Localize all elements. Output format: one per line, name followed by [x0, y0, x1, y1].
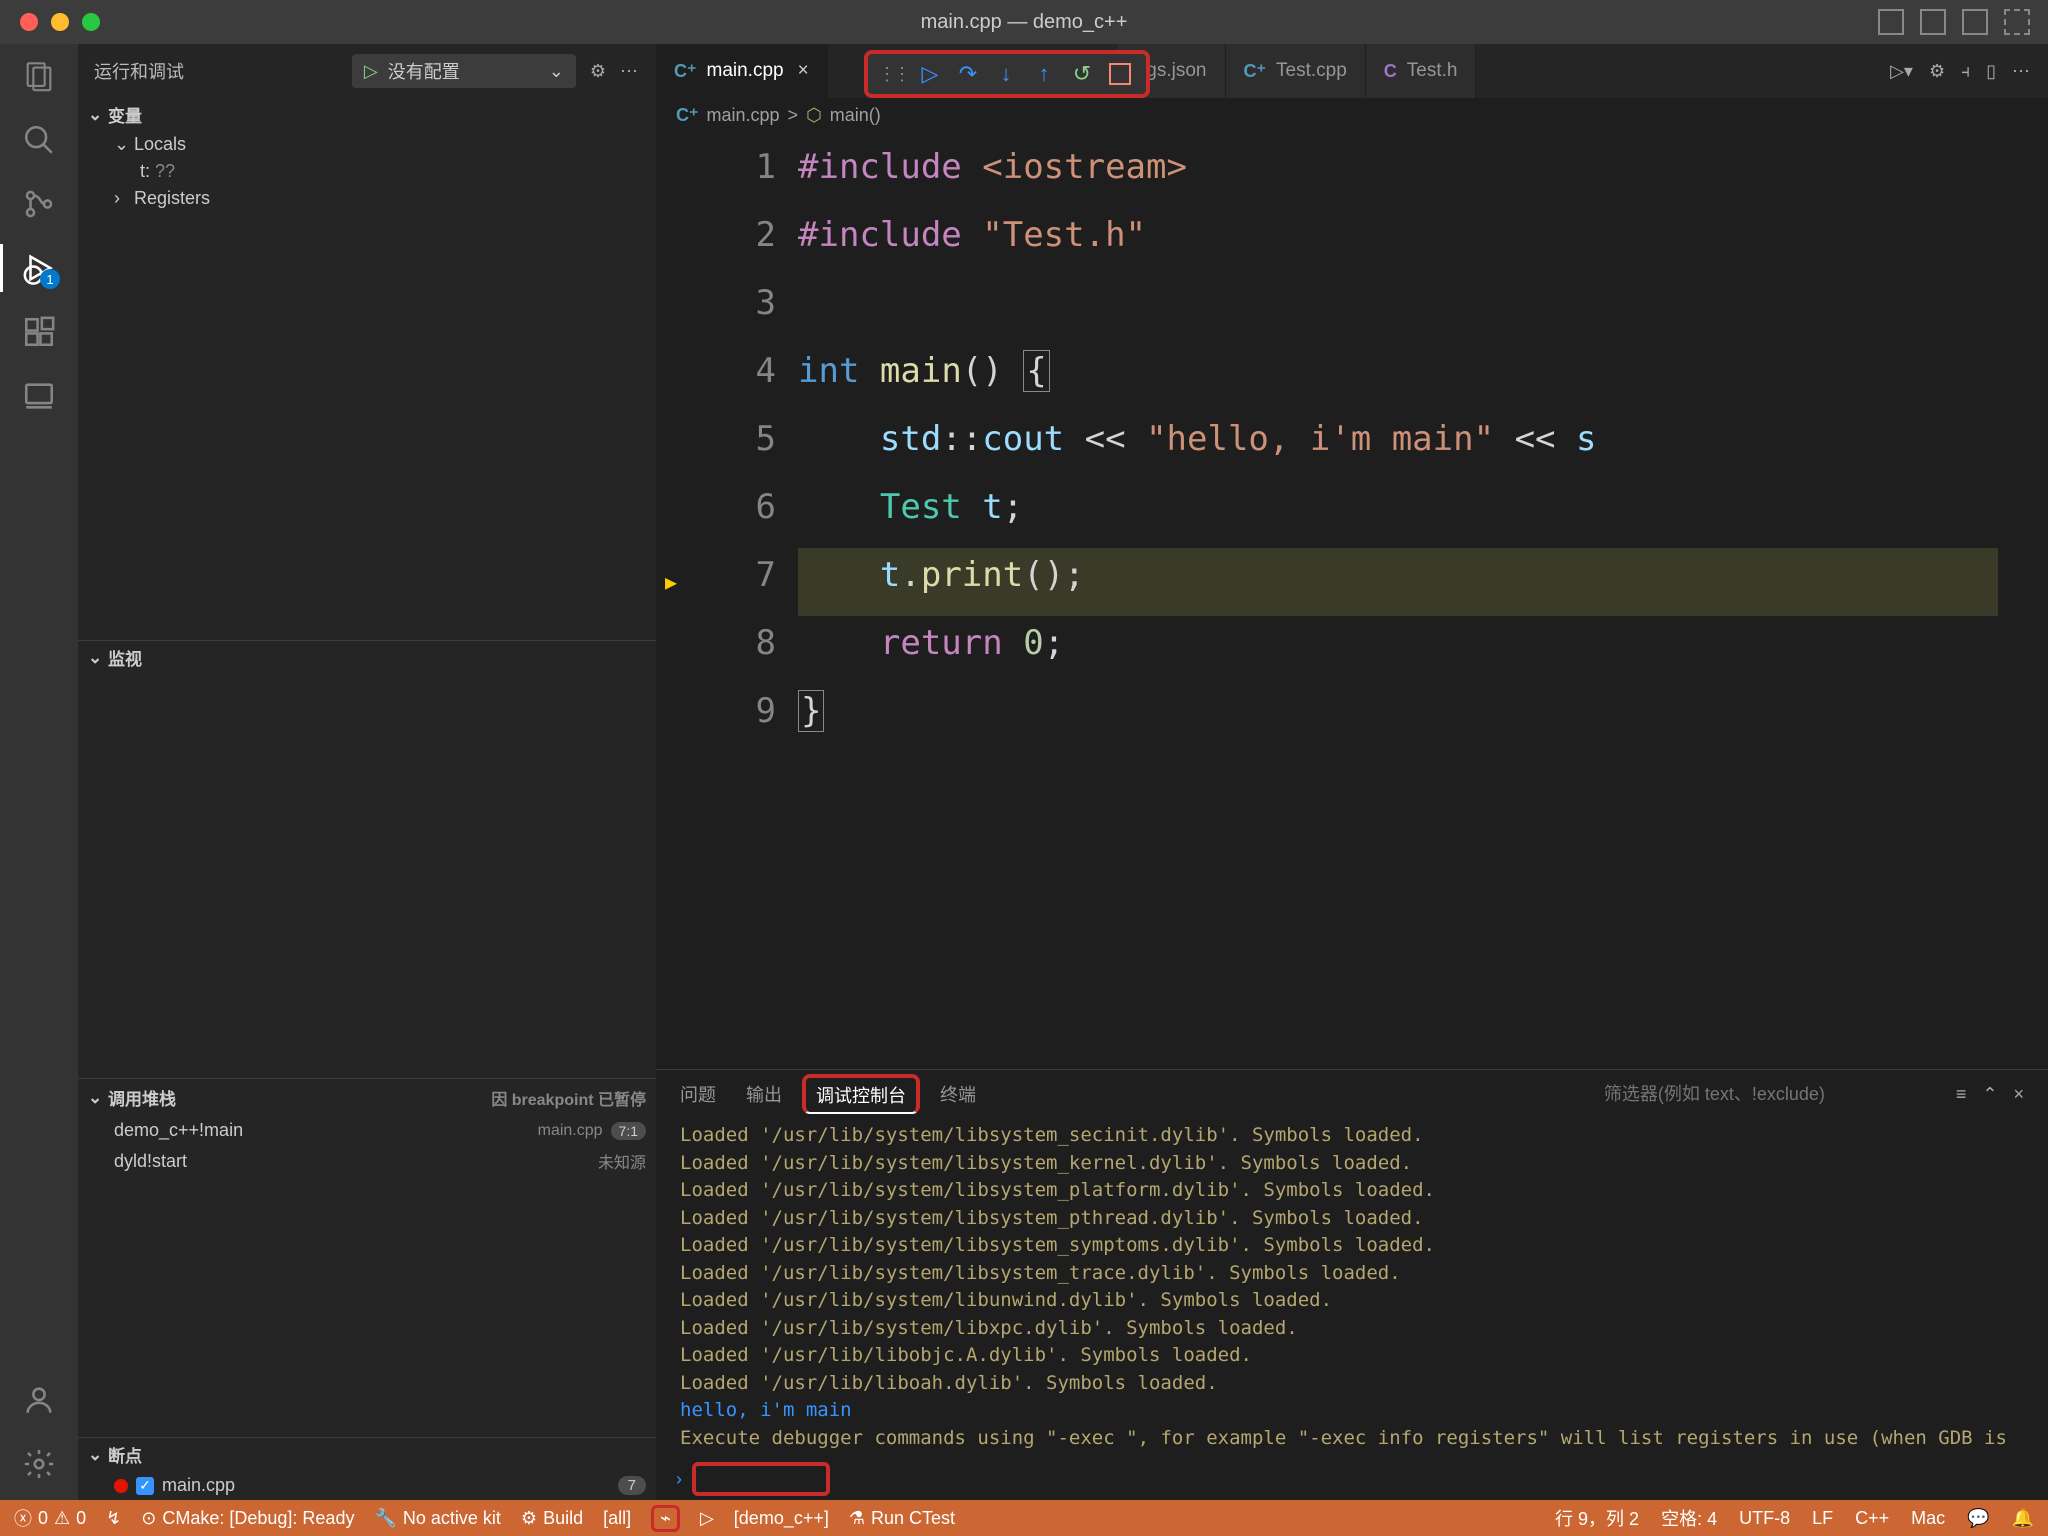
registers-group[interactable]: ›Registers: [78, 185, 656, 212]
gear-icon[interactable]: ⚙: [1929, 61, 1945, 82]
list-icon[interactable]: ≡: [1956, 1084, 1967, 1105]
status-bug-icon[interactable]: ⌁: [651, 1505, 680, 1532]
debug-config-dropdown[interactable]: ▷ 没有配置 ⌄: [352, 54, 576, 88]
layout-icon[interactable]: [2004, 9, 2030, 35]
tab-terminal[interactable]: 终端: [940, 1073, 976, 1115]
layout-icon[interactable]: [1920, 9, 1946, 35]
step-into-icon[interactable]: ↓: [990, 58, 1022, 90]
status-os[interactable]: Mac: [1911, 1508, 1945, 1529]
tab-test-h[interactable]: CTest.h: [1366, 44, 1477, 98]
titlebar: main.cpp — demo_c++: [0, 0, 2048, 44]
filter-input[interactable]: [1602, 1083, 1906, 1106]
gear-icon[interactable]: ⚙: [590, 61, 606, 82]
cpp-file-icon: C⁺: [676, 105, 699, 126]
status-cursor[interactable]: 行 9，列 2: [1555, 1505, 1639, 1531]
bottom-panel: 问题 输出 调试控制台 终端 ≡ ⌃ × Loaded '/usr/lib/sy…: [656, 1069, 2048, 1500]
status-kit[interactable]: 🔧 No active kit: [374, 1508, 500, 1529]
chevron-up-icon[interactable]: ⌃: [1982, 1084, 1997, 1105]
window-title: main.cpp — demo_c++: [921, 11, 1128, 34]
config-label: 没有配置: [388, 58, 460, 84]
h-file-icon: C: [1384, 61, 1397, 82]
activity-bar: 1: [0, 44, 78, 1500]
run-debug-title: 运行和调试: [94, 58, 184, 84]
split-icon[interactable]: ⫞: [1961, 61, 1970, 82]
status-encoding[interactable]: UTF-8: [1739, 1508, 1790, 1529]
status-eol[interactable]: LF: [1812, 1508, 1833, 1529]
debug-console-input[interactable]: ›: [656, 1458, 2048, 1500]
variable-row[interactable]: t: ??: [78, 158, 656, 185]
close-icon[interactable]: ×: [798, 60, 809, 82]
step-over-icon[interactable]: ↷: [952, 58, 984, 90]
play-icon: ▷: [364, 61, 378, 82]
status-bar: ⓧ 0 ⚠ 0 ↯ ⊙ CMake: [Debug]: Ready 🔧 No a…: [0, 1500, 2048, 1536]
layout-icon[interactable]: [1878, 9, 1904, 35]
more-icon[interactable]: ⋯: [2012, 61, 2030, 82]
status-launch-play[interactable]: ▷: [700, 1508, 714, 1529]
cpp-file-icon: C⁺: [1244, 61, 1267, 82]
debug-toolbar[interactable]: ⋮⋮ ▷ ↷ ↓ ↑ ↺: [864, 50, 1150, 98]
layout-icon[interactable]: [1962, 9, 1988, 35]
layout-icon[interactable]: ▯: [1986, 61, 1996, 82]
breadcrumb[interactable]: C⁺ main.cpp > ⬡ main(): [656, 98, 2048, 132]
feedback-icon[interactable]: 💬: [1967, 1508, 1989, 1529]
remote-icon[interactable]: [21, 378, 57, 414]
continue-icon[interactable]: ▷: [914, 58, 946, 90]
breakpoint-dot-icon: [114, 1479, 128, 1493]
minimize-window-icon[interactable]: [51, 13, 69, 31]
status-build[interactable]: ⚙ Build: [521, 1508, 583, 1529]
run-icon[interactable]: ▷▾: [1890, 61, 1913, 82]
more-icon[interactable]: ⋯: [620, 61, 640, 82]
minimap[interactable]: [1998, 132, 2048, 1069]
status-ctest[interactable]: ⚗ Run CTest: [849, 1508, 955, 1529]
close-window-icon[interactable]: [20, 13, 38, 31]
status-launch[interactable]: [demo_c++]: [734, 1508, 829, 1529]
variables-section[interactable]: ⌄变量: [78, 98, 656, 131]
stop-icon[interactable]: [1104, 58, 1136, 90]
tab-test-cpp[interactable]: C⁺Test.cpp: [1226, 44, 1366, 98]
code-editor[interactable]: ▶ 123456789 #include <iostream>#include …: [656, 132, 2048, 1069]
editor-tabs: C⁺main.cpp× ⋮⋮ ▷ ↷ ↓ ↑ ↺ ngs.json C⁺Test…: [656, 44, 2048, 98]
search-icon[interactable]: [21, 122, 57, 158]
checkbox-icon[interactable]: ✓: [136, 1477, 154, 1495]
debug-console-output[interactable]: Loaded '/usr/lib/system/libsystem_secini…: [656, 1118, 2048, 1458]
settings-icon[interactable]: [21, 1446, 57, 1482]
locals-group[interactable]: ⌄Locals: [78, 131, 656, 158]
debug-sidebar: 运行和调试 ▷ 没有配置 ⌄ ⚙ ⋯ ⌄变量 ⌄Locals t: ?? ›Re…: [78, 44, 656, 1500]
tab-problems[interactable]: 问题: [680, 1073, 716, 1115]
drag-handle-icon[interactable]: ⋮⋮: [878, 64, 908, 85]
function-icon: ⬡: [806, 105, 822, 126]
source-control-icon[interactable]: [21, 186, 57, 222]
breakpoint-item[interactable]: ✓ main.cpp 7: [78, 1471, 656, 1500]
extensions-icon[interactable]: [21, 314, 57, 350]
watch-section[interactable]: ⌄监视: [78, 640, 656, 674]
breakpoints-section[interactable]: ⌄断点: [78, 1438, 656, 1471]
chevron-down-icon: ⌄: [549, 61, 564, 82]
status-cmake[interactable]: ⊙ CMake: [Debug]: Ready: [141, 1508, 354, 1529]
tab-main-cpp[interactable]: C⁺main.cpp×: [656, 44, 828, 98]
explorer-icon[interactable]: [21, 58, 57, 94]
bell-icon[interactable]: 🔔: [2012, 1508, 2034, 1529]
restart-icon[interactable]: ↺: [1066, 58, 1098, 90]
close-icon[interactable]: ×: [2013, 1084, 2024, 1105]
stack-frame[interactable]: demo_c++!mainmain.cpp7:1: [78, 1116, 656, 1145]
tab-debug-console[interactable]: 调试控制台: [802, 1074, 920, 1114]
tab-output[interactable]: 输出: [746, 1073, 782, 1115]
account-icon[interactable]: [21, 1382, 57, 1418]
stack-frame[interactable]: dyld!start未知源: [78, 1145, 656, 1177]
status-spaces[interactable]: 空格: 4: [1661, 1505, 1717, 1531]
maximize-window-icon[interactable]: [82, 13, 100, 31]
chevron-right-icon: ›: [676, 1469, 682, 1490]
status-target[interactable]: [all]: [603, 1508, 631, 1529]
cpp-file-icon: C⁺: [674, 61, 697, 82]
step-out-icon[interactable]: ↑: [1028, 58, 1060, 90]
debug-icon[interactable]: 1: [21, 250, 57, 286]
status-lang[interactable]: C++: [1855, 1508, 1889, 1529]
status-port[interactable]: ↯: [106, 1508, 121, 1529]
callstack-section[interactable]: ⌄调用堆栈因 breakpoint 已暂停: [78, 1079, 656, 1116]
status-errors[interactable]: ⓧ 0 ⚠ 0: [14, 1505, 86, 1531]
